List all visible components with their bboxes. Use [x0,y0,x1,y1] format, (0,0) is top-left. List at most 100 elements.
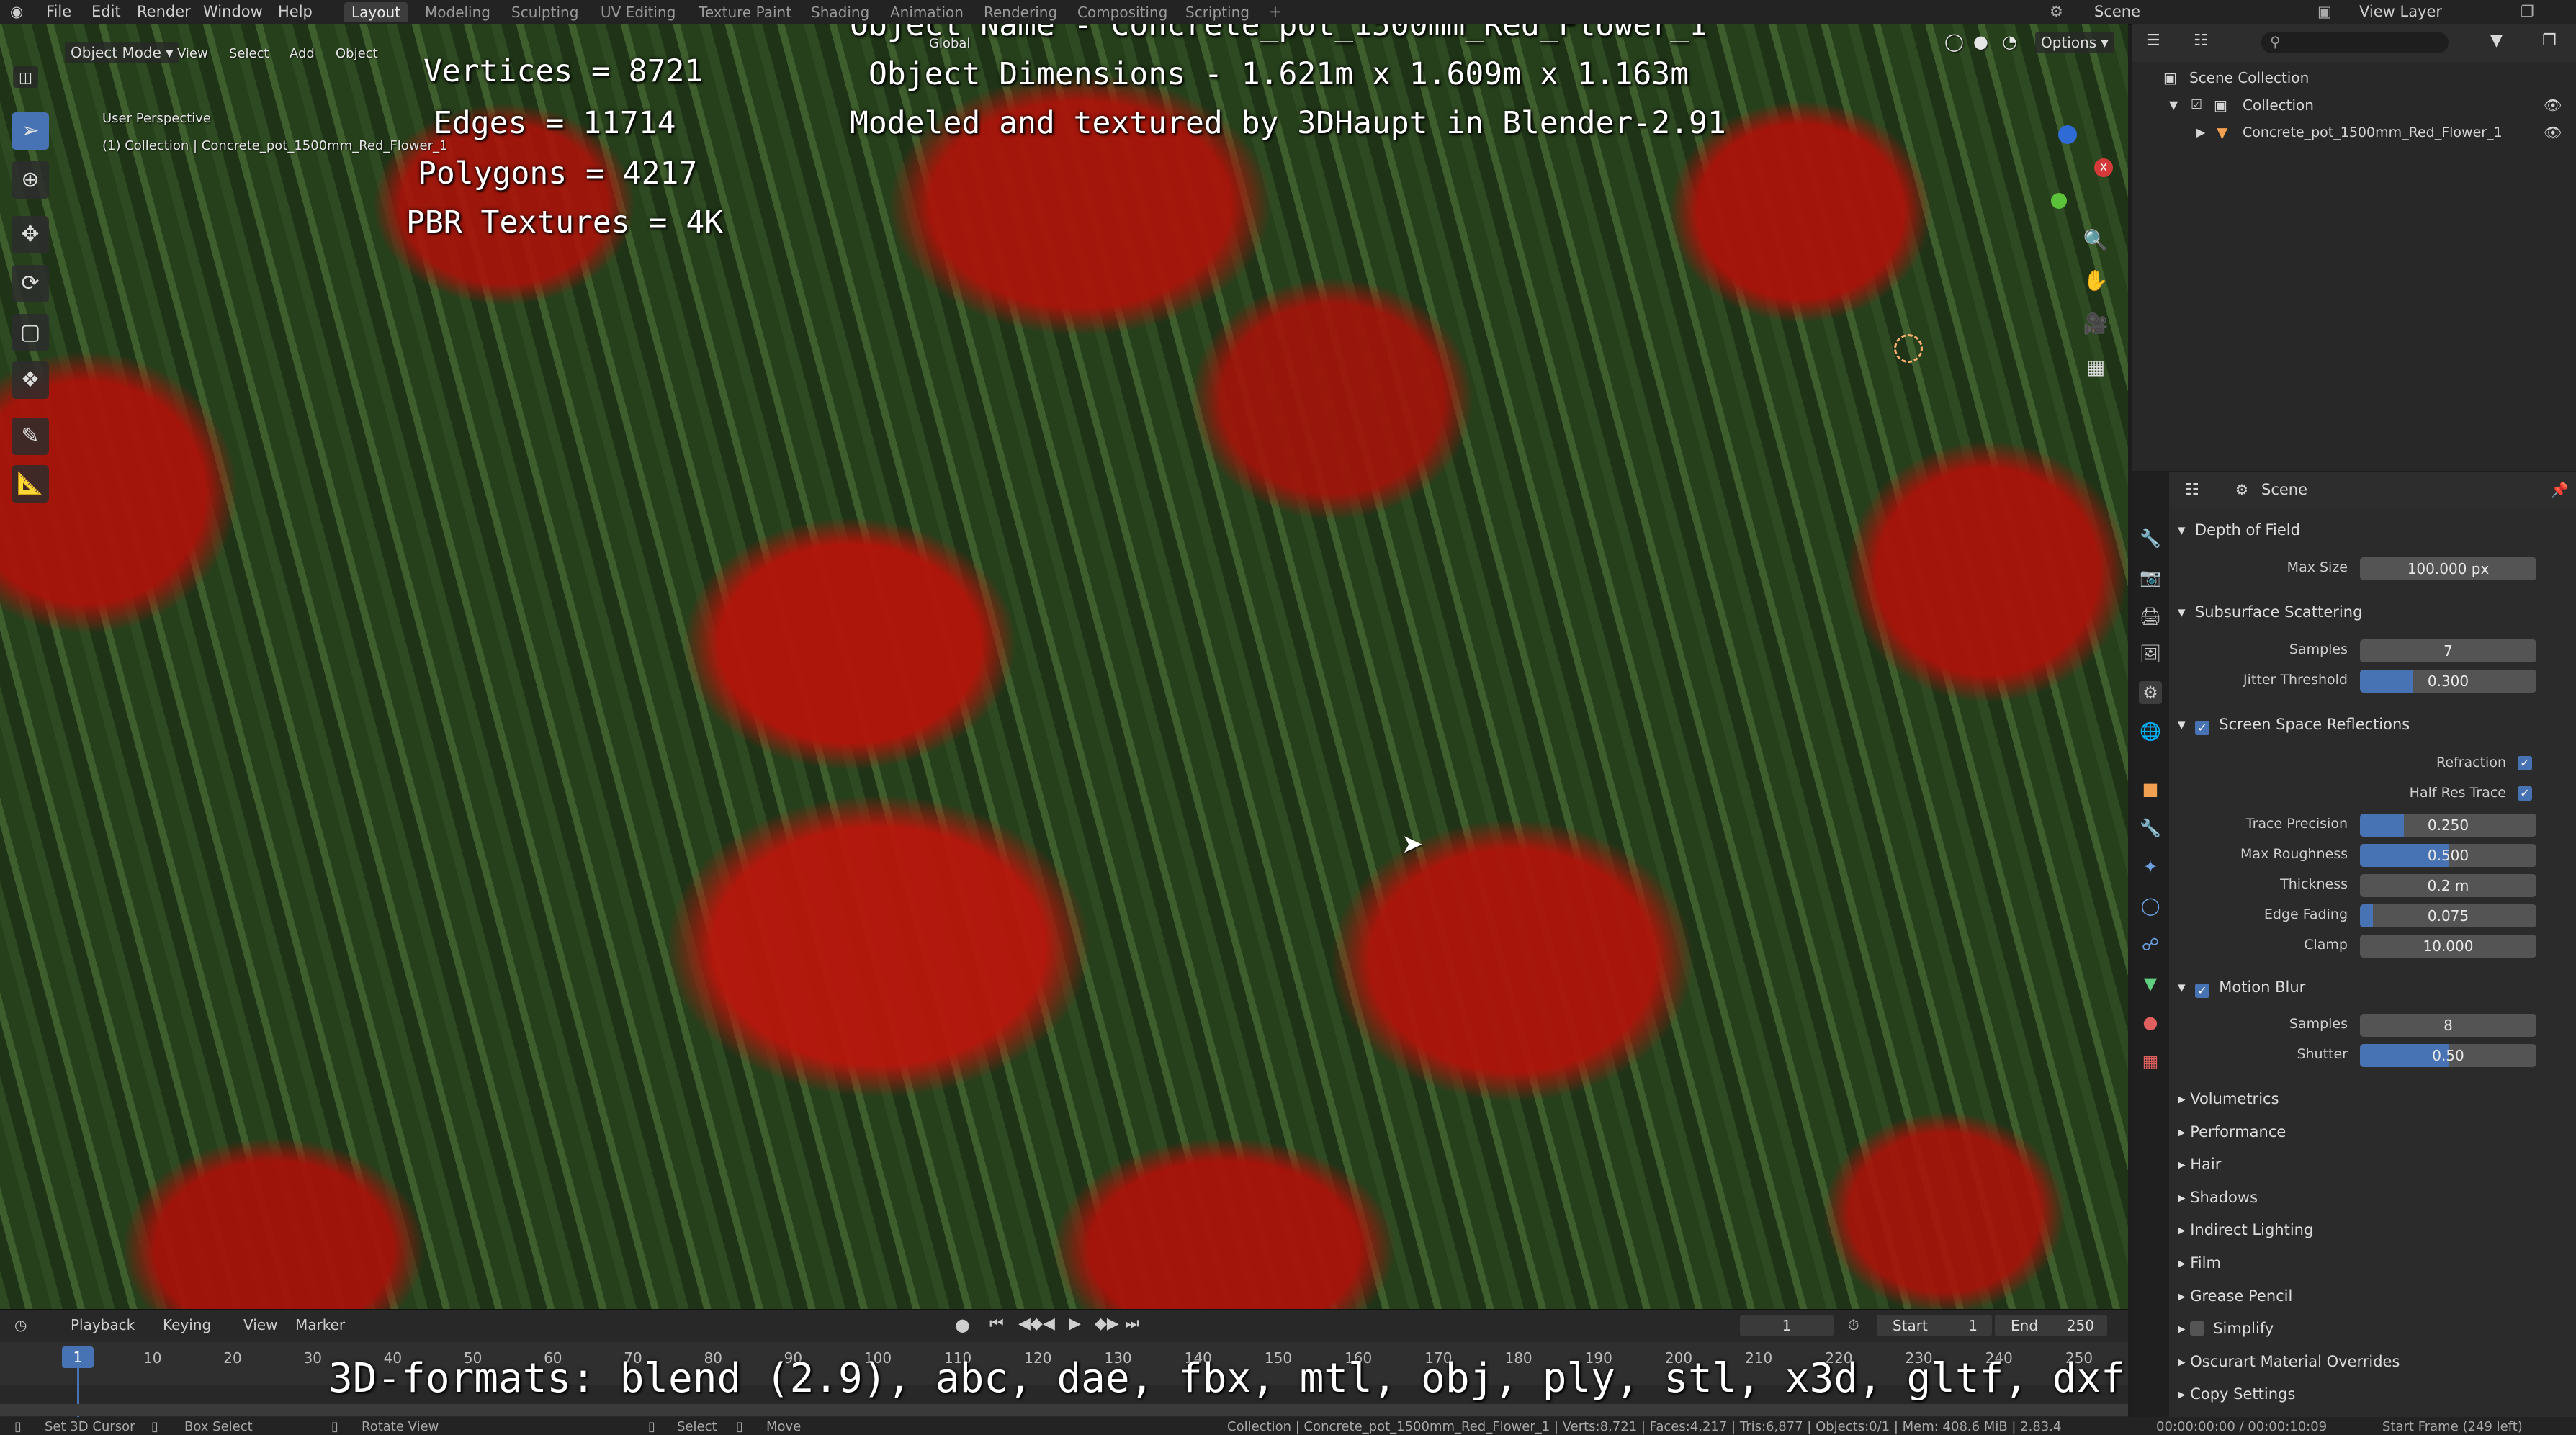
outliner-collection[interactable]: ▼ ☑ ▣ Collection 👁 [2132,92,2576,118]
expand-arrow-icon[interactable]: ▸ [2178,1320,2190,1337]
max-roughness-field[interactable]: 0.500 [2360,844,2536,867]
scene-tab-icon[interactable]: ⚙ [2139,681,2162,704]
pin-icon[interactable]: 📌 [2551,481,2569,498]
expand-arrow-icon[interactable]: ▸ [2178,1123,2190,1141]
new-collection-icon[interactable]: ❐ [2542,32,2557,50]
collapsed-panel[interactable]: ▸ Copy Settings [2178,1380,2574,1408]
tab-texture-paint[interactable]: Texture Paint [691,2,799,22]
menu-view[interactable]: View [177,46,208,61]
ssr-checkbox[interactable]: ✓ [2194,721,2209,735]
collapse-arrow-icon[interactable]: ▼ [2169,92,2178,118]
collapsed-panel[interactable]: ▸ Simplify [2178,1314,2574,1343]
tool-tab-icon[interactable]: 🔧 [2139,527,2162,550]
gizmo-x-axis[interactable]: X [2094,158,2113,177]
collapsed-panel[interactable]: ▸ Shadows [2178,1183,2574,1212]
expand-arrow-icon[interactable]: ▸ [2178,1353,2190,1370]
collection-checkbox[interactable]: ☑ [2191,92,2202,118]
max-size-field[interactable]: 100.000 px [2360,557,2536,580]
navigation-gizmo[interactable]: X [2022,118,2116,226]
end-frame-field[interactable]: End 250 [1995,1315,2107,1336]
expand-arrow-icon[interactable]: ▸ [2178,1254,2190,1272]
properties-editor-icon[interactable]: ☷ [2185,481,2199,499]
panel-screen-space-reflections[interactable]: ▾ ✓ Screen Space Reflections [2178,710,2574,739]
options-dropdown[interactable]: Options ▾ [2035,32,2114,53]
expand-arrow-icon[interactable]: ▸ [2178,1385,2190,1403]
expand-arrow-icon[interactable]: ▶ [2196,120,2205,145]
thickness-field[interactable]: 0.2 m [2360,874,2536,897]
menu-select[interactable]: Select [229,46,269,61]
half-res-trace-checkbox[interactable]: ✓ [2518,786,2532,801]
panel-subsurface-scattering[interactable]: ▾ Subsurface Scattering [2178,598,2574,626]
stopwatch-icon[interactable]: ⏱ [1848,1316,1859,1333]
shading-wire-icon[interactable]: ◯ [1944,32,1964,52]
tab-animation[interactable]: Animation [883,2,971,22]
filter-icon[interactable]: ▼ [2490,32,2503,50]
tab-layout[interactable]: Layout [344,2,408,22]
pan-hand-icon[interactable]: ✋ [2081,266,2110,295]
collapsed-panel[interactable]: ▸ Film [2178,1249,2574,1277]
gizmo-z-axis[interactable] [2058,125,2077,144]
refraction-checkbox[interactable]: ✓ [2518,756,2532,770]
mb-samples-field[interactable]: 8 [2360,1014,2536,1037]
duplicate-layer-icon[interactable]: ❐ [2521,3,2534,20]
trace-precision-field[interactable]: 0.250 [2360,814,2536,837]
jump-end-icon[interactable]: ⏭ [1125,1315,1139,1333]
camera-view-icon[interactable]: 🎥 [2081,310,2110,338]
scale-tool[interactable]: ▢ [12,314,49,351]
jitter-threshold-field[interactable]: 0.300 [2360,670,2536,693]
outliner[interactable]: ☰ ☷ ⚲ ▼ ❐ ▣ Scene Collection ▼ ☑ ▣ Colle… [2132,24,2576,471]
collapsed-panel[interactable]: ▸ Indirect Lighting [2178,1215,2574,1244]
menu-keying[interactable]: Keying [163,1316,211,1333]
output-tab-icon[interactable]: 🖨 [2139,605,2162,628]
mode-dropdown[interactable]: Object Mode ▾ [65,42,179,63]
display-mode-icon[interactable]: ☷ [2194,32,2208,50]
particles-tab-icon[interactable]: ✦ [2139,855,2162,878]
play-reverse-icon[interactable]: ◀ [1043,1315,1055,1333]
perspective-grid-icon[interactable]: ▦ [2081,353,2110,382]
play-icon[interactable]: ▶ [1069,1315,1081,1333]
view-layer-icon[interactable]: ▣ [2317,3,2332,20]
outliner-scene-collection[interactable]: ▣ Scene Collection [2132,65,2576,91]
texture-tab-icon[interactable]: ▦ [2139,1050,2162,1073]
shading-solid-icon[interactable]: ● [1973,32,1988,52]
view-layer-name[interactable]: View Layer [2359,3,2442,20]
tab-sculpting[interactable]: Sculpting [504,2,585,22]
timeline-editor[interactable]: ◷ Playback Keying View Marker ● ⏮ ◀◆ ◀ ▶… [0,1309,2128,1422]
collapsed-panel[interactable]: ▸ Oscurart Material Overrides [2178,1347,2574,1376]
clamp-field[interactable]: 10.000 [2360,935,2536,958]
simplify-checkbox[interactable] [2190,1321,2205,1336]
tab-compositing[interactable]: Compositing [1070,2,1175,22]
outliner-object[interactable]: ▶ ▼ Concrete_pot_1500mm_Red_Flower_1 👁 [2132,120,2576,145]
menu-file[interactable]: File [46,3,71,20]
expand-arrow-icon[interactable]: ▸ [2178,1189,2190,1206]
gizmo-y-axis[interactable] [2051,193,2067,209]
rotate-tool[interactable]: ⟳ [12,265,49,302]
render-tab-icon[interactable]: 📷 [2139,566,2162,589]
object-eye-icon[interactable]: 👁 [2544,120,2562,145]
zoom-icon[interactable]: 🔍 [2081,226,2110,255]
tab-rendering[interactable]: Rendering [977,2,1064,22]
expand-arrow-icon[interactable]: ▸ [2178,1221,2190,1238]
visibility-eye-icon[interactable]: 👁 [2544,92,2562,118]
panel-depth-of-field[interactable]: ▾ Depth of Field [2178,516,2574,544]
3d-cursor-icon[interactable] [1894,334,1923,363]
menu-add[interactable]: Add [290,46,315,61]
expand-arrow-icon[interactable]: ▸ [2178,1287,2190,1305]
edge-fading-field[interactable]: 0.075 [2360,904,2536,927]
playhead[interactable]: 1 [62,1346,94,1368]
select-box-tool[interactable]: ➢ [12,112,49,150]
start-frame-field[interactable]: Start 1 [1877,1315,1992,1336]
expand-arrow-icon[interactable]: ▸ [2178,1156,2190,1173]
timeline-scrollbar[interactable] [0,1404,2128,1416]
next-keyframe-icon[interactable]: ◆▶ [1095,1315,1119,1333]
editor-type-icon[interactable]: ◫ [13,66,38,88]
constraints-tab-icon[interactable]: ☍ [2139,933,2162,956]
blender-logo-icon[interactable]: ◉ [10,3,23,20]
outliner-search-input[interactable]: ⚲ [2261,32,2449,53]
menu-render[interactable]: Render [137,3,191,20]
scene-name[interactable]: Scene [2094,3,2140,20]
timeline-editor-icon[interactable]: ◷ [14,1316,27,1333]
material-tab-icon[interactable]: ● [2139,1011,2162,1034]
current-frame-field[interactable]: 1 [1740,1315,1834,1336]
tab-uv-editing[interactable]: UV Editing [593,2,683,22]
